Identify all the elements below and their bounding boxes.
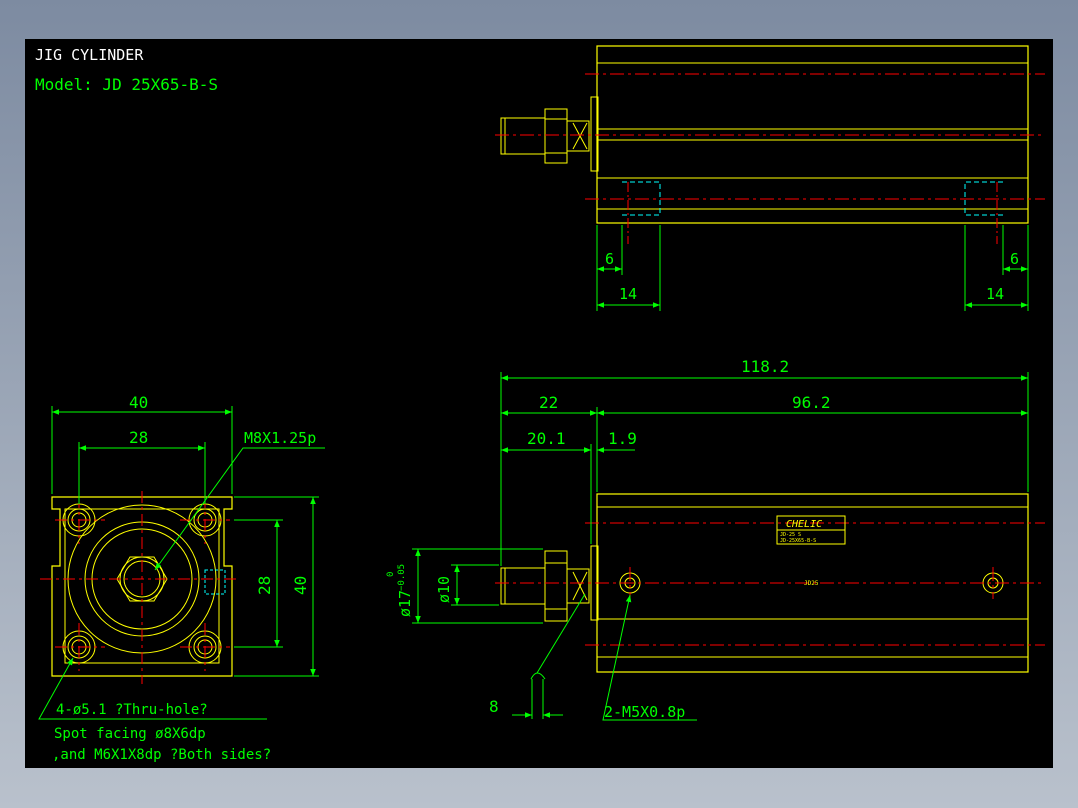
brand-label: CHELIC JD-25 S JD-25X65-B-S JD25	[776, 515, 846, 587]
dim-rod-1-9: 1.9	[608, 429, 637, 448]
brand-name: CHELIC	[786, 519, 822, 530]
dim-rod-length: 22	[539, 393, 558, 412]
note-holes-line3: ,and M6X1X8dp ?Both sides?	[52, 747, 271, 763]
thread-callout: M8X1.25p	[244, 429, 316, 447]
top-view: 6 14 6 14	[495, 45, 1045, 311]
dim-top-left-6: 6	[605, 250, 614, 268]
body-code: JD25	[804, 580, 819, 587]
dim-dia-17: ø17	[396, 590, 414, 617]
dim-top-left-14: 14	[619, 285, 637, 303]
dim-top-right-6: 6	[1010, 250, 1019, 268]
side-view: CHELIC JD-25 S JD-25X65-B-S JD25 118.2 2…	[386, 357, 1045, 721]
dim-body-length: 96.2	[792, 393, 831, 412]
dim-overall-length: 118.2	[741, 357, 789, 376]
dim-end-40-width: 40	[129, 393, 148, 412]
dim-dia-17-tol-upper: 0	[386, 572, 396, 577]
dim-end-40-height: 40	[291, 576, 310, 595]
cad-drawing: JIG CYLINDER Model: JD 25X65-B-S 6 14 6 …	[35, 45, 1045, 763]
dim-dia-17-tol-lower: −0.05	[397, 564, 407, 591]
dim-dia-10: ø10	[435, 576, 453, 603]
note-holes-line1: 4-ø5.1 ?Thru-hole?	[56, 702, 208, 718]
ports-callout: 2-M5X0.8p	[604, 703, 685, 721]
end-view: 40 28 28 40 M8X1.25p 4-ø5.1 ?Thru-hole? …	[38, 393, 325, 763]
note-holes-line2: Spot facing ø8X6dp	[54, 726, 206, 742]
dim-rod-20: 20.1	[527, 429, 566, 448]
drawing-model: Model: JD 25X65-B-S	[35, 75, 218, 94]
dim-top-right-14: 14	[986, 285, 1004, 303]
dim-end-28-height: 28	[255, 576, 274, 595]
dim-end-28-width: 28	[129, 428, 148, 447]
drawing-title: JIG CYLINDER	[35, 46, 144, 64]
dim-eight: 8	[489, 697, 499, 716]
brand-line2: JD-25X65-B-S	[780, 538, 816, 544]
cad-viewport[interactable]: JIG CYLINDER Model: JD 25X65-B-S 6 14 6 …	[25, 39, 1053, 768]
